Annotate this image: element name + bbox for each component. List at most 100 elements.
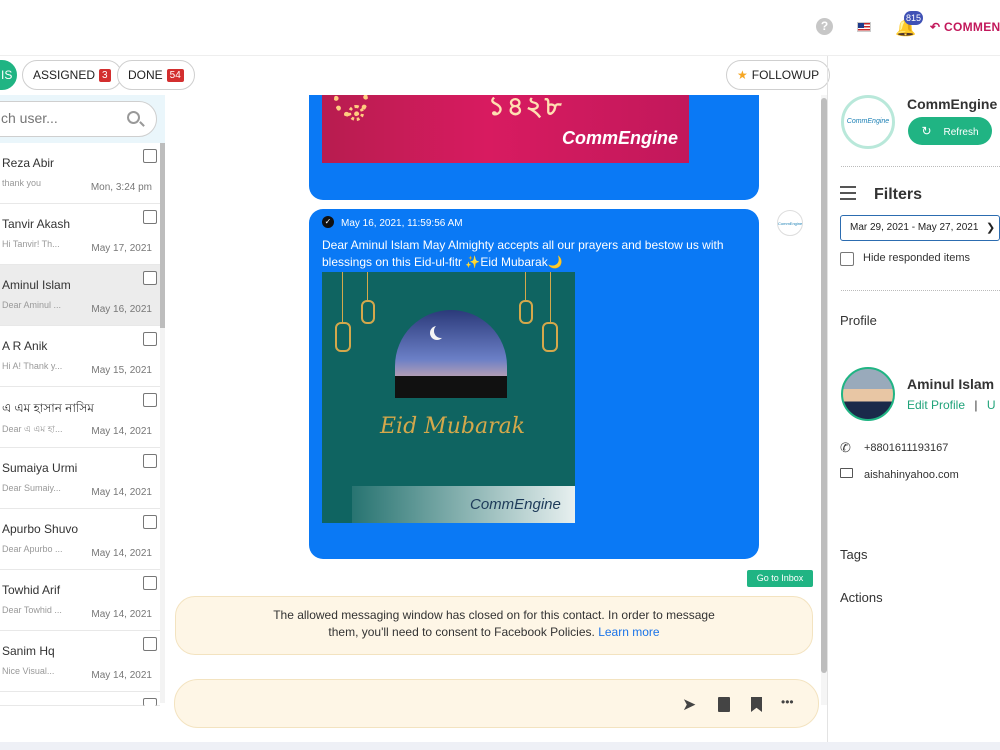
conversation-name: Apurbo Shuvo [2, 522, 79, 536]
bottom-strip [0, 742, 1000, 750]
file-icon[interactable] [718, 697, 730, 712]
notice-line-1: The allowed messaging window has closed … [273, 608, 715, 622]
sender-avatar: CommEngine [777, 210, 803, 236]
lantern-string [342, 272, 343, 322]
lantern-string [367, 272, 368, 300]
help-icon[interactable]: ? [816, 18, 833, 35]
image-logo-text: CommEngine [470, 496, 561, 513]
conversation-date: Mon, 3:24 pm [90, 182, 152, 193]
conversation-item[interactable]: A R Anik Hi A! Thank y... May 15, 2021 [0, 326, 160, 387]
mail-icon [840, 468, 853, 478]
conversation-date: May 16, 2021 [91, 304, 152, 315]
message-composer[interactable]: ➤ ••• [174, 679, 819, 728]
conversation-checkbox[interactable] [143, 393, 157, 407]
message-timestamp: May 16, 2021, 11:59:56 AM [341, 218, 463, 229]
refresh-icon: ↻ [921, 124, 932, 138]
more-icon[interactable]: ••• [781, 695, 794, 709]
conversation-checkbox[interactable] [143, 637, 157, 651]
conversation-name: Sanim Hq [2, 644, 55, 658]
conversation-checkbox[interactable] [143, 210, 157, 224]
conversation-item[interactable]: Sanim Hq Nice Visual... May 14, 2021 [0, 631, 160, 692]
conversation-checkbox[interactable] [143, 332, 157, 346]
hide-responded-checkbox[interactable] [840, 252, 854, 266]
star-icon: ★ [737, 68, 748, 82]
divider [841, 290, 1000, 291]
conversation-checkbox[interactable] [143, 576, 157, 590]
lantern-icon [542, 322, 558, 352]
image-caption: Eid Mubarak [380, 414, 526, 439]
learn-more-link[interactable]: Learn more [598, 625, 659, 639]
profile-phone: +8801611193167 [864, 442, 949, 454]
conversation-item-partial[interactable] [0, 692, 160, 706]
conversation-preview: Dear এ এম হা... [2, 424, 63, 434]
messaging-window-notice: The allowed messaging window has closed … [175, 596, 813, 655]
tags-section-title: Tags [840, 547, 868, 562]
conversation-item[interactable]: Towhid Arif Dear Towhid ... May 14, 2021 [0, 570, 160, 631]
search-icon[interactable] [127, 111, 140, 124]
conversation-preview: Hi Tanvir! Th... [2, 239, 60, 249]
conversation-name: A R Anik [2, 339, 48, 353]
chevron-down-icon: ❯ [986, 222, 996, 234]
conversation-name: Reza Abir [2, 156, 55, 170]
followup-button[interactable]: ★ FOLLOWUP [726, 60, 831, 90]
notice-line-2: them, you'll need to consent to Facebook… [328, 625, 595, 639]
notice-line-2-container: them, you'll need to consent to Facebook… [176, 624, 812, 641]
reply-arrow-icon: ↶ [930, 20, 941, 34]
edit-profile-link[interactable]: Edit Profile [907, 398, 965, 412]
tab-assigned[interactable]: ASSIGNED 3 [22, 60, 122, 90]
conversation-name: Towhid Arif [2, 583, 61, 597]
profile-avatar [841, 367, 895, 421]
mosque-silhouette [395, 376, 507, 398]
refresh-button[interactable]: ↻ Refresh [908, 117, 992, 145]
conversation-item[interactable]: Tanvir Akash Hi Tanvir! Th... May 17, 20… [0, 204, 160, 265]
link-separator: | [974, 398, 978, 412]
followup-label: FOLLOWUP [751, 68, 820, 82]
conversation-date: May 14, 2021 [91, 609, 152, 620]
lantern-icon [519, 300, 533, 324]
comment-link[interactable]: ↶ COMMEN [930, 20, 1000, 34]
banner-logo-text: CommEngine [562, 128, 679, 148]
tab-done[interactable]: DONE 54 [117, 60, 195, 90]
conversation-checkbox[interactable] [143, 271, 157, 285]
conversation-item[interactable]: Sumaiya Urmi Dear Sumaiy... May 14, 2021 [0, 448, 160, 509]
banner-number-text: ১৪২৮ [488, 91, 564, 121]
go-to-inbox-button[interactable]: Go to Inbox [747, 570, 813, 587]
conversation-name: Aminul Islam [2, 278, 71, 292]
send-icon[interactable]: ➤ [682, 695, 696, 715]
message-image[interactable]: Eid Mubarak CommEngine [322, 272, 575, 523]
tab-done-label: DONE [128, 68, 163, 82]
conversation-checkbox[interactable] [143, 698, 157, 706]
phone-icon: ✆ [840, 440, 851, 455]
conversation-name: Sumaiya Urmi [2, 461, 78, 475]
tab-active[interactable]: IS [0, 60, 17, 90]
conversation-item[interactable]: এ এম হাসান নাসিম Dear এ এম হা... May 14,… [0, 387, 160, 448]
date-range-select[interactable]: Mar 29, 2021 - May 27, 2021 ❯ [840, 215, 1000, 241]
conversation-date: May 14, 2021 [91, 487, 152, 498]
date-range-value: Mar 29, 2021 - May 27, 2021 [850, 222, 979, 233]
conversation-item[interactable]: Reza Abir thank you Mon, 3:24 pm [0, 143, 160, 204]
conversation-preview: thank you [2, 178, 42, 188]
conversation-date: May 15, 2021 [91, 365, 152, 376]
conversation-preview: Nice Visual... [2, 666, 55, 676]
profile-secondary-link[interactable]: U [987, 398, 996, 412]
right-panel-divider [827, 56, 828, 750]
app-root: ? 🔔 815 ↶ COMMEN IS ASSIGNED 3 DONE 54 ★ FO… [0, 0, 1000, 750]
lantern-icon [335, 322, 351, 352]
conversation-name: Tanvir Akash [2, 217, 71, 231]
conversation-item[interactable]: Apurbo Shuvo Dear Apurbo ... May 14, 202… [0, 509, 160, 570]
top-bar [0, 0, 1000, 56]
conversation-checkbox[interactable] [143, 515, 157, 529]
profile-email: aishahinyahoo.com [864, 469, 959, 481]
bookmark-icon[interactable] [751, 697, 762, 712]
conversation-checkbox[interactable] [143, 149, 157, 163]
conversation-checkbox[interactable] [143, 454, 157, 468]
org-name: CommEngine [907, 96, 998, 112]
search-input[interactable] [1, 110, 111, 126]
lantern-string [525, 272, 526, 300]
conversation-item-selected[interactable]: Aminul Islam Dear Aminul ... May 16, 202… [0, 265, 160, 326]
conversation-preview: Hi A! Thank y... [2, 361, 63, 371]
crescent-moon-icon [434, 324, 448, 338]
us-flag-icon[interactable] [857, 22, 871, 32]
actions-section-title: Actions [840, 590, 883, 605]
conversation-preview: Dear Apurbo ... [2, 544, 63, 554]
